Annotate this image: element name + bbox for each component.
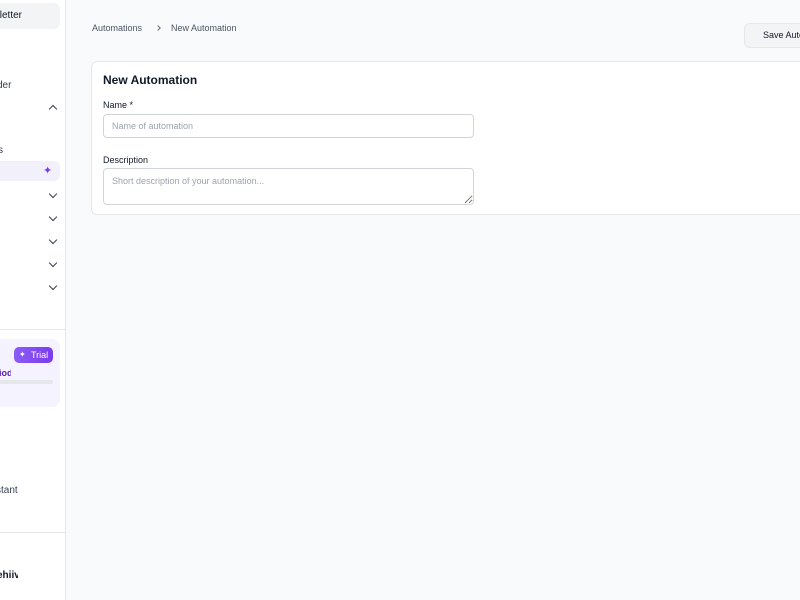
chevron-down-icon[interactable] <box>48 235 58 245</box>
sidebar-item-newsletter-label: letter <box>0 10 22 21</box>
form-title: New Automation <box>103 73 198 87</box>
sidebar-item-assistant[interactable]: stant <box>0 485 22 498</box>
sidebar-item-section-label: der <box>0 80 12 91</box>
sidebar-item-group-label: s <box>0 145 3 156</box>
sidebar: letter der s ✦ ✦ Trial iod stant ehiiv <box>0 0 66 600</box>
sidebar-item-group[interactable]: s <box>0 145 4 157</box>
trial-period-label: iod <box>0 368 11 378</box>
breadcrumb-link-automations[interactable]: Automations <box>92 23 142 33</box>
chevron-right-icon <box>155 25 161 31</box>
sidebar-brand-label: ehiiv <box>0 570 18 581</box>
sidebar-brand[interactable]: ehiiv <box>0 570 18 583</box>
sparkles-icon: ✦ <box>43 165 53 177</box>
sidebar-item-newsletter[interactable]: letter <box>0 3 60 29</box>
chevron-down-icon[interactable] <box>48 212 58 222</box>
trial-progress-bar <box>0 380 53 384</box>
sidebar-item-assistant-label: stant <box>0 485 18 496</box>
sidebar-divider <box>0 532 66 533</box>
chevron-down-icon[interactable] <box>48 281 58 291</box>
main-content: Automations New Automation Save Autor Ne… <box>66 0 800 600</box>
sparkles-icon: ✦ <box>19 350 26 359</box>
sidebar-item-section[interactable]: der <box>0 80 12 92</box>
trial-badge[interactable]: ✦ Trial <box>14 347 53 363</box>
description-label: Description <box>103 155 149 165</box>
chevron-up-icon[interactable] <box>48 104 58 114</box>
save-automation-button[interactable]: Save Autor <box>744 23 800 48</box>
chevron-down-icon[interactable] <box>48 189 58 199</box>
sidebar-divider <box>0 329 66 330</box>
trial-badge-label: Trial <box>31 350 49 360</box>
trial-period-text: iod <box>0 368 11 380</box>
automation-form-card: New Automation Name * Description <box>91 61 800 215</box>
breadcrumb: Automations New Automation <box>92 23 237 33</box>
chevron-down-icon[interactable] <box>48 258 58 268</box>
name-label: Name * <box>103 100 134 110</box>
description-textarea[interactable] <box>103 168 474 205</box>
breadcrumb-current: New Automation <box>171 23 237 33</box>
name-input[interactable] <box>103 114 474 138</box>
